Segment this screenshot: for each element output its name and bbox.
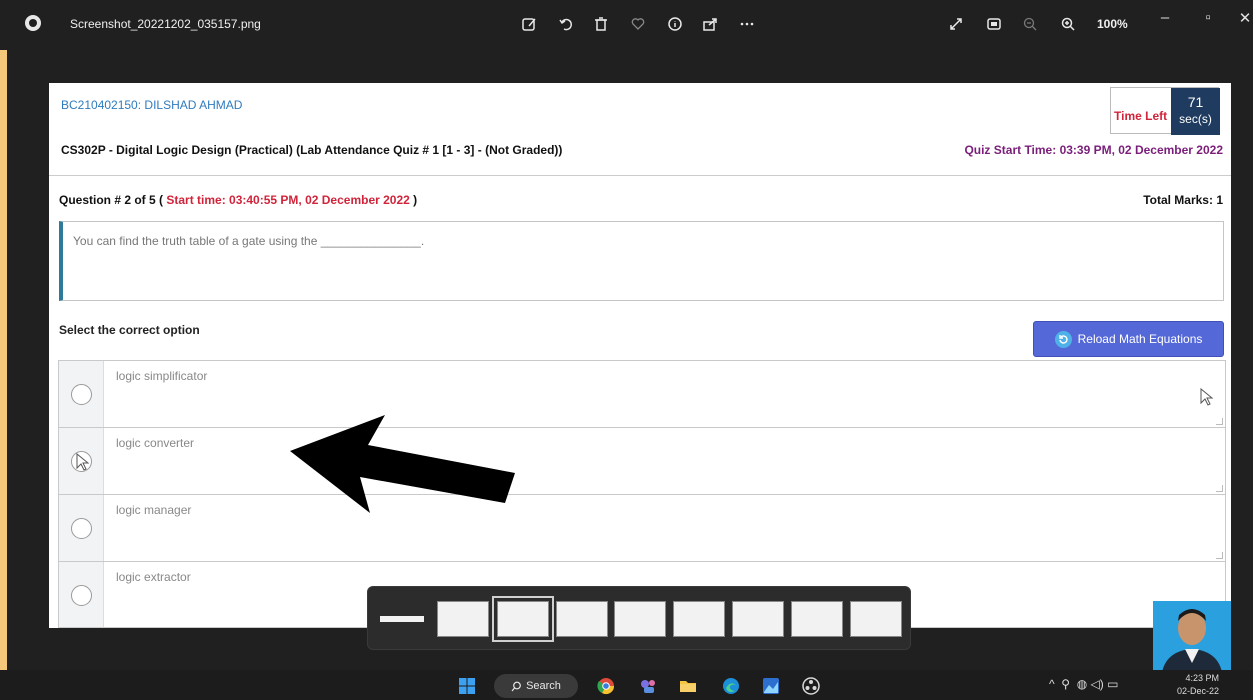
reload-icon xyxy=(1054,330,1072,348)
quiz-start-time: Quiz Start Time: 03:39 PM, 02 December 2… xyxy=(964,143,1223,157)
option-radio[interactable] xyxy=(71,585,92,606)
total-marks: Total Marks: 1 xyxy=(1143,193,1223,207)
windows-start-icon[interactable] xyxy=(458,677,476,695)
obs-icon[interactable] xyxy=(802,677,820,695)
share-icon[interactable] xyxy=(699,13,721,35)
reload-math-equations-button[interactable]: Reload Math Equations xyxy=(1033,321,1224,357)
question-start-time: Start time: 03:40:55 PM, 02 December 202… xyxy=(166,193,410,207)
annotation-arrow-icon xyxy=(290,415,515,513)
option-item[interactable]: logic converter xyxy=(58,427,1226,494)
question-number: Question # 2 of 5 ( Start time: 03:40:55… xyxy=(59,193,417,207)
clock-date: 02-Dec-22 xyxy=(1177,686,1220,696)
more-options-icon[interactable] xyxy=(736,13,758,35)
filmstrip xyxy=(367,586,911,650)
option-text: logic extractor xyxy=(116,570,191,584)
background-strip xyxy=(0,50,7,670)
edge-icon[interactable] xyxy=(722,677,740,695)
filmstrip-thumbnail-selected[interactable] xyxy=(492,596,554,642)
file-explorer-icon[interactable] xyxy=(679,677,697,695)
question-box: You can find the truth table of a gate u… xyxy=(59,221,1224,301)
filmstrip-thumbnail[interactable] xyxy=(673,601,725,637)
time-left-unit: sec(s) xyxy=(1179,112,1212,126)
option-text: logic simplificator xyxy=(116,369,208,383)
file-name: Screenshot_20221202_035157.png xyxy=(70,17,261,31)
teams-icon[interactable] xyxy=(639,677,657,695)
student-id: BC210402150: DILSHAD AHMAD xyxy=(61,98,243,112)
question-text: You can find the truth table of a gate u… xyxy=(73,234,425,248)
time-left-value: 71 xyxy=(1187,94,1204,110)
zoom-in-icon[interactable] xyxy=(1057,13,1079,35)
zoom-out-icon[interactable] xyxy=(1019,13,1041,35)
system-tray-icons[interactable]: ^ ⚲ ◍ ◁) ▭ xyxy=(1049,677,1118,691)
filmstrip-thumbnail[interactable] xyxy=(556,601,608,637)
option-item[interactable]: logic simplificator xyxy=(58,360,1226,427)
zoom-level[interactable]: 100% xyxy=(1097,17,1128,31)
expand-icon[interactable] xyxy=(945,13,967,35)
divider xyxy=(49,175,1231,176)
question-suffix: ) xyxy=(413,193,418,207)
search-label: Search xyxy=(526,680,561,692)
photos-app-icon xyxy=(25,15,41,31)
time-left-box: Time Left 71 sec(s) xyxy=(1110,87,1220,135)
filmstrip-thumbnail[interactable] xyxy=(437,601,489,637)
resize-handle[interactable] xyxy=(1216,485,1223,492)
mouse-cursor-icon xyxy=(1200,388,1214,406)
delete-icon[interactable] xyxy=(590,13,612,35)
option-item[interactable]: logic manager xyxy=(58,494,1226,561)
taskbar-clock[interactable]: 4:23 PM 02-Dec-22 xyxy=(1177,672,1219,698)
question-prefix: Question # 2 of 5 ( xyxy=(59,193,164,207)
time-left-counter: 71 sec(s) xyxy=(1171,88,1220,135)
filmstrip-thumbnail[interactable] xyxy=(614,601,666,637)
edit-image-icon[interactable] xyxy=(518,13,540,35)
clock-time: 4:23 PM xyxy=(1185,673,1220,683)
option-radio[interactable] xyxy=(71,384,92,405)
search-icon xyxy=(511,681,521,691)
favorite-heart-icon[interactable] xyxy=(627,13,649,35)
resize-handle[interactable] xyxy=(1216,552,1223,559)
option-radio-cell xyxy=(59,495,104,561)
time-left-label: Time Left xyxy=(1114,109,1168,123)
filmstrip-thumbnail[interactable] xyxy=(732,601,784,637)
rotate-icon[interactable] xyxy=(555,13,577,35)
quiz-page: BC210402150: DILSHAD AHMAD CS302P - Digi… xyxy=(49,83,1231,628)
course-title: CS302P - Digital Logic Design (Practical… xyxy=(61,143,563,157)
webcam-overlay xyxy=(1153,601,1231,679)
hand-cursor-icon xyxy=(76,453,90,471)
option-radio[interactable] xyxy=(71,518,92,539)
viewer-titlebar: Screenshot_20221202_035157.png 100% – ▫ … xyxy=(0,0,1253,50)
option-radio-cell xyxy=(59,361,104,427)
reload-label: Reload Math Equations xyxy=(1077,332,1203,346)
option-text: logic converter xyxy=(116,436,195,450)
close-button[interactable]: ✕ xyxy=(1230,9,1253,27)
option-radio-cell xyxy=(59,562,104,627)
select-option-label: Select the correct option xyxy=(59,323,200,337)
photos-taskbar-icon[interactable] xyxy=(762,677,780,695)
taskbar: Search ^ ⚲ ◍ ◁) ▭ 4:23 PM 02-Dec-22 xyxy=(0,670,1253,700)
chrome-icon[interactable] xyxy=(597,677,615,695)
fit-to-window-icon[interactable] xyxy=(983,13,1005,35)
minimize-button[interactable]: – xyxy=(1150,9,1180,26)
filmstrip-thumbnail[interactable] xyxy=(376,601,428,637)
info-icon[interactable] xyxy=(664,13,686,35)
option-text: logic manager xyxy=(116,503,192,517)
filmstrip-thumbnail[interactable] xyxy=(791,601,843,637)
restore-button[interactable]: ▫ xyxy=(1193,9,1223,26)
filmstrip-thumbnail[interactable] xyxy=(850,601,902,637)
taskbar-search[interactable]: Search xyxy=(494,674,578,698)
person-avatar-icon xyxy=(1153,601,1231,679)
resize-handle[interactable] xyxy=(1216,418,1223,425)
